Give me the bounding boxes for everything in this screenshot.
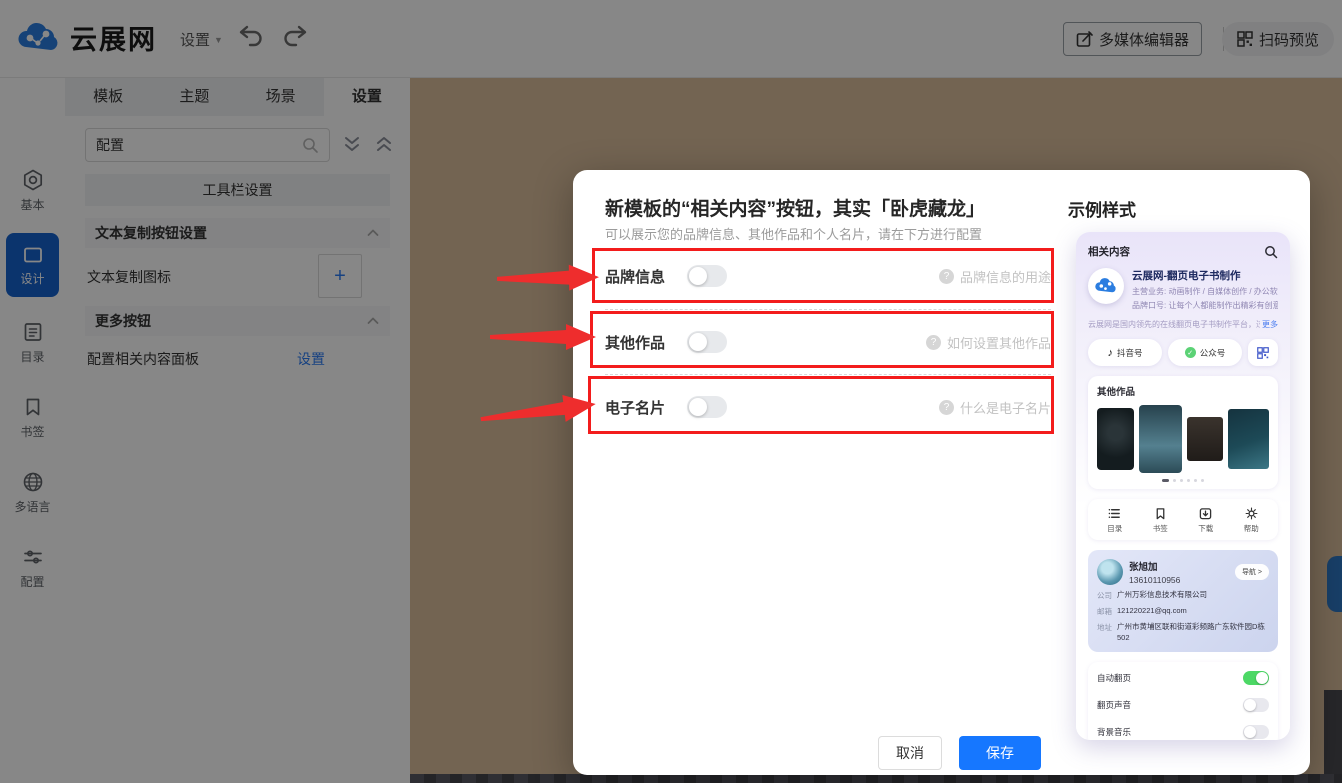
contact-phone: 13610110956: [1129, 575, 1180, 585]
work-thumbnail[interactable]: [1097, 408, 1134, 470]
bg-music-toggle[interactable]: [1243, 725, 1269, 739]
work-thumbnail[interactable]: [1228, 409, 1269, 469]
cloud-logo-icon: [1094, 277, 1118, 295]
annotation-arrow-1: [497, 259, 602, 297]
question-icon: ?: [939, 269, 954, 284]
row-divider: [605, 374, 1051, 375]
example-style-heading: 示例样式: [1068, 196, 1136, 221]
other-works-label: 其他作品: [605, 332, 687, 353]
business-card-help-link[interactable]: ? 什么是电子名片: [939, 398, 1051, 417]
brand-info-row: 品牌信息 ? 品牌信息的用途: [605, 250, 1051, 302]
email-label: 邮箱: [1097, 606, 1117, 617]
nav-download-button[interactable]: 下载: [1183, 507, 1229, 534]
download-icon: [1199, 507, 1212, 520]
company-value: 广州万彩信息技术有限公司: [1117, 590, 1207, 601]
carousel-dots: [1097, 479, 1269, 482]
cancel-button[interactable]: 取消: [878, 736, 942, 770]
qr-code-icon: [1257, 347, 1269, 359]
brand-info-block: 云展网-翻页电子书制作 主营业务: 动画制作 / 自媒体创作 / 办公软件 品牌…: [1088, 268, 1278, 311]
work-thumbnail[interactable]: [1187, 417, 1223, 461]
question-icon: ?: [926, 335, 941, 350]
business-card-label: 电子名片: [605, 397, 687, 418]
other-works-row: 其他作品 ? 如何设置其他作品: [605, 316, 1051, 368]
related-content-preview-card: 相关内容 云展网-翻页电子书制作 主营业务: 动画制作 / 自媒体创作 / 办公…: [1076, 232, 1290, 740]
other-works-help-link[interactable]: ? 如何设置其他作品: [926, 333, 1051, 352]
brand-description: 云展网是国内领先的在线翻页电子书制作平台，过百万用户.....: [1088, 319, 1260, 330]
business-card-row: 电子名片 ? 什么是电子名片: [605, 381, 1051, 433]
row-divider: [605, 309, 1051, 310]
other-works-title: 其他作品: [1097, 384, 1269, 398]
brand-info-toggle[interactable]: [687, 265, 727, 287]
bg-music-row: 背景音乐: [1097, 718, 1269, 740]
navigate-button[interactable]: 导航 >: [1235, 564, 1269, 580]
business-card-toggle[interactable]: [687, 396, 727, 418]
company-label: 公司: [1097, 590, 1117, 601]
wechat-check-icon: ✓: [1185, 347, 1196, 358]
brand-name: 云展网-翻页电子书制作: [1132, 268, 1278, 283]
social-buttons-row: ♪ 抖音号 ✓ 公众号: [1088, 339, 1278, 366]
brand-info-help-link[interactable]: ? 品牌信息的用途: [939, 267, 1051, 286]
work-thumbnail[interactable]: [1139, 405, 1182, 473]
dialog-title: 新模板的“相关内容”按钮，其实「卧虎藏龙」: [605, 194, 985, 221]
auto-flip-row: 自动翻页: [1097, 664, 1269, 691]
qr-code-button[interactable]: [1248, 339, 1278, 366]
flip-sound-row: 翻页声音: [1097, 691, 1269, 718]
douyin-button[interactable]: ♪ 抖音号: [1088, 339, 1162, 366]
other-works-block: 其他作品: [1088, 376, 1278, 489]
annotation-arrow-2: [490, 319, 598, 355]
business-card-block: 张旭加 13610110956 导航 > 公司 广州万彩信息技术有限公司 邮箱 …: [1088, 550, 1278, 652]
address-label: 地址: [1097, 622, 1117, 643]
douyin-icon: ♪: [1107, 347, 1113, 359]
related-content-config-dialog: 新模板的“相关内容”按钮，其实「卧虎藏龙」 可以展示您的品牌信息、其他作品和个人…: [573, 170, 1310, 775]
question-icon: ?: [939, 400, 954, 415]
address-value: 广州市黄埔区联和街道彩频路广东软件园D栋502: [1117, 622, 1269, 643]
reader-toggles-block: 自动翻页 翻页声音 背景音乐: [1088, 662, 1278, 740]
flip-sound-toggle[interactable]: [1243, 698, 1269, 712]
other-works-toggle[interactable]: [687, 331, 727, 353]
bookmark-icon: [1154, 507, 1167, 520]
search-icon[interactable]: [1264, 245, 1278, 259]
wechat-official-button[interactable]: ✓ 公众号: [1168, 339, 1242, 366]
contact-avatar: [1097, 559, 1123, 585]
save-button[interactable]: 保存: [959, 736, 1041, 770]
brand-info-label: 品牌信息: [605, 266, 687, 287]
nav-bookmark-button[interactable]: 书签: [1138, 507, 1184, 534]
brand-slogan: 品牌口号: 让每个人都能制作出精彩有创意的数字...: [1132, 300, 1278, 311]
works-carousel[interactable]: [1097, 405, 1269, 473]
brand-business: 主营业务: 动画制作 / 自媒体创作 / 办公软件: [1132, 286, 1278, 297]
dialog-subtitle: 可以展示您的品牌信息、其他作品和个人名片，请在下方进行配置: [605, 224, 982, 243]
brand-logo-avatar: [1088, 268, 1124, 304]
preview-panel-title: 相关内容: [1088, 244, 1130, 259]
gear-icon: [1245, 507, 1258, 520]
email-value: 121220221@qq.com: [1117, 606, 1187, 617]
more-link[interactable]: 更多: [1262, 319, 1278, 330]
quick-nav-block: 目录 书签 下载 帮助: [1088, 499, 1278, 540]
auto-flip-toggle[interactable]: [1243, 671, 1269, 685]
contact-name: 张旭加: [1129, 559, 1180, 573]
list-icon: [1108, 507, 1121, 520]
nav-help-button[interactable]: 帮助: [1229, 507, 1275, 534]
nav-catalog-button[interactable]: 目录: [1092, 507, 1138, 534]
